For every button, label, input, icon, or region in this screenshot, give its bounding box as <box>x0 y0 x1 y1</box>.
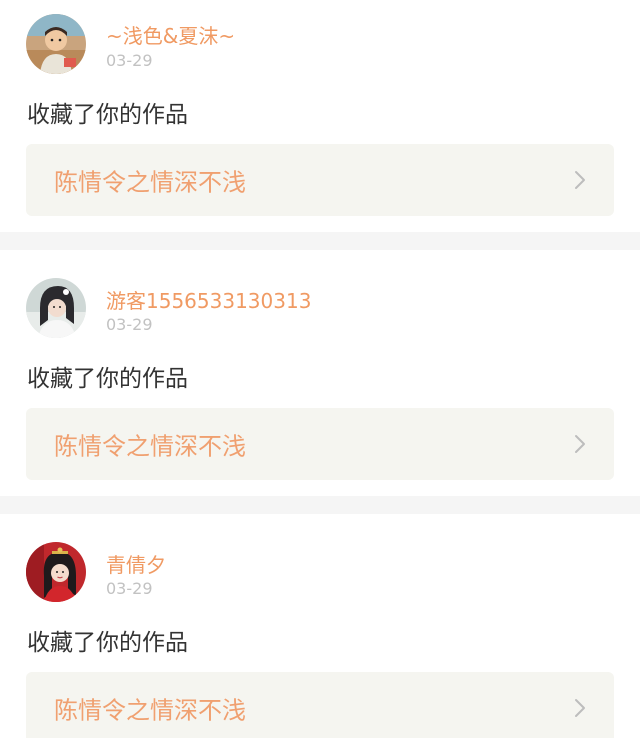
avatar-girl-red-photo-icon <box>26 542 86 602</box>
work-link[interactable]: 陈情令之情深不浅 <box>26 408 614 480</box>
action-text: 收藏了你的作品 <box>27 102 188 128</box>
username[interactable]: ~浅色&夏沫~ <box>106 20 235 49</box>
action-text: 收藏了你的作品 <box>27 366 188 392</box>
work-title: 陈情令之情深不浅 <box>54 432 246 461</box>
action-text: 收藏了你的作品 <box>27 630 188 656</box>
notification-card: 青倩夕 03-29 收藏了你的作品 陈情令之情深不浅 <box>0 514 640 738</box>
timestamp: 03-29 <box>106 315 153 334</box>
avatar[interactable] <box>26 278 86 338</box>
work-link[interactable]: 陈情令之情深不浅 <box>26 144 614 216</box>
card-separator <box>0 496 640 514</box>
notification-card: 游客1556533130313 03-29 收藏了你的作品 陈情令之情深不浅 <box>0 250 640 482</box>
notification-card: ~浅色&夏沫~ 03-29 收藏了你的作品 陈情令之情深不浅 <box>0 0 640 232</box>
work-title: 陈情令之情深不浅 <box>54 168 246 197</box>
chevron-right-icon <box>575 171 585 189</box>
avatar-girl-white-photo-icon <box>26 278 86 338</box>
work-title: 陈情令之情深不浅 <box>54 696 246 725</box>
work-link[interactable]: 陈情令之情深不浅 <box>26 672 614 738</box>
username[interactable]: 青倩夕 <box>106 549 166 578</box>
avatar[interactable] <box>26 542 86 602</box>
avatar-child-photo-icon <box>26 14 86 74</box>
notification-feed: ~浅色&夏沫~ 03-29 收藏了你的作品 陈情令之情深不浅 游客1556533… <box>0 0 640 738</box>
chevron-right-icon <box>575 435 585 453</box>
chevron-right-icon <box>575 699 585 717</box>
timestamp: 03-29 <box>106 51 153 70</box>
avatar[interactable] <box>26 14 86 74</box>
username[interactable]: 游客1556533130313 <box>106 285 311 314</box>
card-separator <box>0 232 640 250</box>
timestamp: 03-29 <box>106 579 153 598</box>
